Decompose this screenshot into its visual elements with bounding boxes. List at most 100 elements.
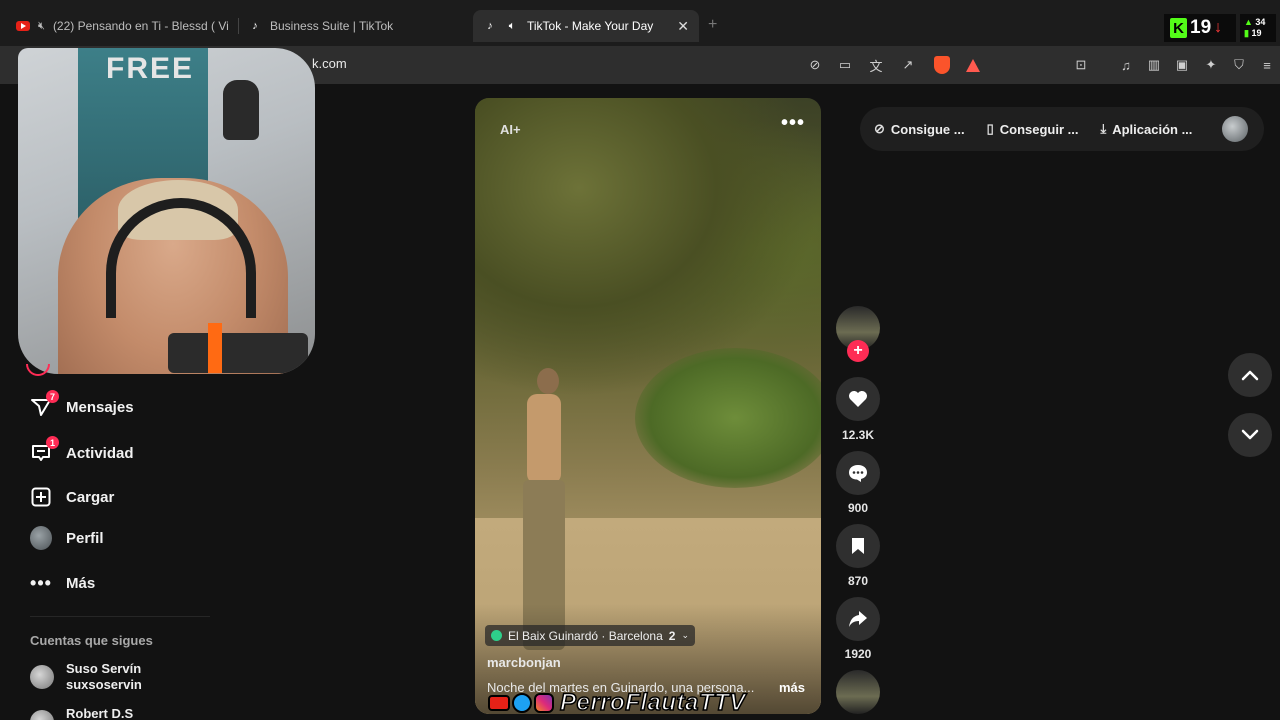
- translate-icon[interactable]: 文: [867, 56, 885, 74]
- sidebar-item-label: Más: [66, 574, 96, 592]
- account-name: Suso Servín: [66, 661, 142, 676]
- save-count: 870: [847, 574, 869, 588]
- button-label: Aplicación ...: [1112, 121, 1193, 137]
- tab-title: TikTok - Make Your Day: [527, 19, 654, 33]
- like-count: 12.3K: [841, 428, 875, 442]
- location-tag[interactable]: El Baix Guinardó · Barcelona 2 ⌄: [485, 625, 695, 646]
- share-arrow-icon: [849, 611, 867, 627]
- menu-icon[interactable]: ≡: [1258, 56, 1276, 74]
- tab-tiktok-active[interactable]: ♪ 🔈︎ TikTok - Make Your Day ✕: [473, 10, 699, 42]
- chevron-down-icon: [1241, 429, 1259, 440]
- button-label: Consigue ...: [890, 121, 965, 137]
- video-author[interactable]: marcbonjan: [487, 655, 561, 670]
- tab-divider: [238, 18, 239, 34]
- tab-business-suite[interactable]: ♪ Business Suite | TikTok: [248, 10, 460, 42]
- streamer-webcam: FREE: [18, 48, 315, 374]
- cast-icon[interactable]: ▭: [836, 56, 854, 74]
- video-scene-bush: [635, 348, 821, 488]
- coin-icon: ⊘: [874, 121, 885, 136]
- streamer-watermark: PerroFlautaTTV: [488, 688, 746, 718]
- following-account[interactable]: Suso Servín suxsoservin: [30, 661, 142, 693]
- stat-bottom: ▮ 19: [1244, 28, 1262, 38]
- share-count: 1920: [844, 647, 872, 661]
- avatar: [30, 665, 54, 689]
- sidebar-item-more[interactable]: ••• Más: [30, 572, 95, 594]
- next-video-button[interactable]: [1228, 413, 1272, 457]
- youtube-icon: [488, 695, 510, 711]
- like-button[interactable]: [836, 377, 880, 421]
- new-tab-button[interactable]: +: [708, 16, 717, 34]
- comment-count: 900: [847, 501, 869, 515]
- send-icon: 7: [30, 390, 59, 418]
- follow-plus-icon[interactable]: +: [847, 340, 869, 362]
- download-icon: ⤓: [1100, 121, 1107, 136]
- stat-top: ▲ 34: [1244, 17, 1266, 27]
- close-tab-icon[interactable]: ✕: [677, 18, 689, 35]
- live-indicator: [26, 364, 50, 376]
- sound-disc-avatar[interactable]: [836, 670, 880, 714]
- vpn-icon[interactable]: ⛉: [1230, 56, 1248, 74]
- get-coins-button[interactable]: ⊘ Consigue ...: [874, 121, 981, 137]
- tiktok-icon: ♪: [252, 20, 258, 32]
- avatar: [30, 710, 54, 720]
- more-options-icon[interactable]: •••: [781, 112, 805, 135]
- location-pin-icon: [491, 630, 502, 641]
- tiktok-icon: ♪: [487, 20, 493, 32]
- mic-accent: [208, 323, 222, 373]
- sidebar-icon[interactable]: ▥: [1145, 56, 1163, 74]
- caption-more-link[interactable]: más: [779, 680, 805, 695]
- sidebar-item-label: Cargar: [66, 488, 115, 506]
- save-button[interactable]: [836, 524, 880, 568]
- trend-down-icon: ↓: [1214, 19, 1223, 36]
- brave-shield-icon[interactable]: [933, 56, 951, 74]
- mute-site-icon[interactable]: ⊘: [806, 56, 824, 74]
- tab-title: Business Suite | TikTok: [270, 19, 394, 33]
- comment-button[interactable]: [836, 451, 880, 495]
- video-player[interactable]: AI+ ••• El Baix Guinardó · Barcelona 2 ⌄…: [475, 98, 821, 714]
- sidebar-item-upload[interactable]: Cargar: [30, 486, 114, 508]
- account-name: Robert D.S: [66, 706, 134, 720]
- following-section-title: Cuentas que sigues: [30, 633, 153, 648]
- brave-rewards-icon[interactable]: [964, 56, 982, 74]
- location-name: El Baix Guinardó · Barcelona: [508, 628, 663, 643]
- button-label: Conseguir ...: [999, 121, 1079, 137]
- sidebar-item-messages[interactable]: 7 Mensajes: [30, 390, 134, 418]
- kick-viewer-count: 19: [1190, 17, 1212, 38]
- wallet-icon[interactable]: ▣: [1173, 56, 1191, 74]
- bookmark-icon: [852, 538, 864, 554]
- inbox-icon: 1: [30, 436, 59, 464]
- profile-avatar: [30, 526, 52, 550]
- following-account[interactable]: Robert D.S: [30, 706, 133, 720]
- tab-youtube[interactable]: 🔇︎ (22) Pensando en Ti - Blessd ( Vid: [16, 10, 228, 42]
- comment-icon: [849, 465, 867, 482]
- speaker-icon[interactable]: 🔈︎: [505, 19, 519, 33]
- user-avatar[interactable]: [1222, 116, 1248, 142]
- ai-generated-label[interactable]: AI+: [500, 122, 521, 137]
- viewer-stats-widget: ▲ 34 ▮ 19: [1240, 14, 1276, 42]
- screen: 🔇︎ (22) Pensando en Ti - Blessd ( Vid ♪ …: [0, 0, 1280, 720]
- microphone: [168, 333, 308, 373]
- top-actions-bar: ⊘ Consigue ... ▯ Conseguir ... ⤓ Aplicac…: [860, 107, 1264, 151]
- kick-viewer-widget: K 19 ↓: [1164, 14, 1236, 42]
- previous-video-button[interactable]: [1228, 353, 1272, 397]
- twitter-icon: [512, 693, 532, 713]
- url-text[interactable]: k.com: [312, 56, 347, 71]
- watermark-text: PerroFlautaTTV: [559, 688, 746, 717]
- music-icon[interactable]: ♫: [1117, 56, 1135, 74]
- screenshot-icon[interactable]: ⊡: [1072, 56, 1090, 74]
- desktop-app-button[interactable]: ⤓ Aplicación ...: [1100, 121, 1208, 137]
- share-button[interactable]: [836, 597, 880, 641]
- messages-badge: 7: [46, 390, 59, 403]
- phone-icon: ▯: [986, 121, 994, 136]
- share-icon[interactable]: ↗: [899, 56, 917, 74]
- cap: [223, 80, 259, 140]
- get-app-button[interactable]: ▯ Conseguir ...: [987, 121, 1095, 137]
- activity-badge: 1: [46, 436, 59, 449]
- sidebar-divider: [30, 616, 210, 617]
- leo-ai-icon[interactable]: ✦: [1202, 56, 1220, 74]
- upload-icon: [30, 486, 52, 508]
- sidebar-item-profile[interactable]: Perfil: [30, 526, 104, 550]
- sidebar-item-activity[interactable]: 1 Actividad: [30, 436, 134, 464]
- chevron-up-icon: [1241, 370, 1259, 381]
- muted-speaker-icon[interactable]: 🔇︎: [38, 19, 45, 33]
